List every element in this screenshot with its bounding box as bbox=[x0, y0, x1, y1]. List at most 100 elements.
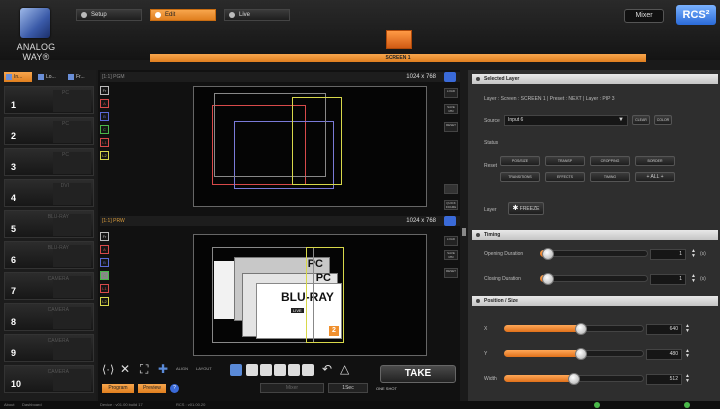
input-slot[interactable]: PC 1 bbox=[4, 86, 94, 114]
layer-down-icon[interactable] bbox=[260, 364, 272, 376]
timing-value-input[interactable]: 1 bbox=[650, 274, 686, 285]
input-slot[interactable]: PC 2 bbox=[4, 117, 94, 145]
position-spinner[interactable]: ▲ ▼ bbox=[684, 374, 691, 385]
preview-layer-frame[interactable] bbox=[212, 247, 314, 343]
layer-paste-icon[interactable] bbox=[302, 364, 314, 376]
one-shot-label[interactable]: ONE SHOT bbox=[376, 386, 397, 391]
input-slot[interactable]: BLU-RAY 6 bbox=[4, 241, 94, 269]
timing-slider-track[interactable] bbox=[540, 250, 648, 257]
collapse-handle[interactable] bbox=[462, 228, 466, 236]
undo-icon[interactable]: ↶ bbox=[322, 362, 332, 376]
preview-load-button[interactable]: LOAD bbox=[444, 236, 458, 246]
layer-button[interactable]: Fr bbox=[100, 232, 109, 241]
reset-button[interactable]: + ALL + bbox=[635, 172, 675, 182]
layer-back-icon[interactable] bbox=[274, 364, 286, 376]
arrows-icon[interactable]: ⟨·⟩ bbox=[102, 363, 114, 376]
layer-button[interactable]: Fr bbox=[100, 86, 109, 95]
position-slider-knob[interactable] bbox=[575, 323, 587, 335]
program-reset-button[interactable]: RESET bbox=[444, 122, 458, 132]
tab-setup[interactable]: Setup bbox=[76, 9, 142, 21]
align-dropdown[interactable]: ALIGN bbox=[176, 366, 188, 371]
input-slot[interactable]: CAMERA 10 bbox=[4, 365, 94, 393]
program-button[interactable]: Program bbox=[102, 384, 134, 393]
layer-button[interactable]: B bbox=[100, 112, 109, 121]
color-button[interactable]: COLOR bbox=[654, 115, 672, 125]
mixer-button[interactable]: Mixer bbox=[624, 9, 664, 23]
reset-button[interactable]: TRANSITIONS bbox=[500, 172, 540, 182]
reset-button[interactable]: CROPPING bbox=[590, 156, 630, 166]
position-size-header[interactable]: Position / Size bbox=[472, 296, 718, 306]
tab-inputs[interactable]: In... bbox=[4, 72, 32, 82]
input-slot[interactable]: PC 3 bbox=[4, 148, 94, 176]
layer-button[interactable]: A bbox=[100, 99, 109, 108]
snapshot-icon[interactable] bbox=[444, 184, 458, 194]
dashboard-link[interactable]: Dashboard bbox=[22, 401, 42, 409]
about-link[interactable]: About bbox=[4, 401, 14, 409]
tab-logos[interactable]: Lo... bbox=[36, 72, 64, 82]
timing-spinner[interactable]: ▲ ▼ bbox=[690, 249, 697, 260]
program-save-button[interactable]: SAVE MM bbox=[444, 104, 458, 114]
reset-button[interactable]: BORDER bbox=[635, 156, 675, 166]
screen-label[interactable]: SCREEN 1 bbox=[150, 54, 646, 62]
transition-duration[interactable]: 1Sec bbox=[328, 383, 368, 393]
input-slot[interactable]: CAMERA 8 bbox=[4, 303, 94, 331]
position-slider-knob[interactable] bbox=[575, 348, 587, 360]
preview-camera-icon[interactable] bbox=[444, 216, 456, 226]
input-slot[interactable]: BLU-RAY 5 bbox=[4, 210, 94, 238]
layout-dropdown[interactable]: LAYOUT bbox=[196, 366, 212, 371]
tab-live[interactable]: Live bbox=[224, 9, 290, 21]
fullscreen-icon[interactable]: ⛶ bbox=[140, 362, 148, 377]
position-value-input[interactable]: 512 bbox=[646, 374, 682, 385]
reset-button[interactable]: TRANSP bbox=[545, 156, 585, 166]
layer-up-icon[interactable] bbox=[246, 364, 258, 376]
preview-canvas[interactable]: PC PC BLU-RAY LIVE 2 bbox=[193, 234, 427, 356]
reset-button[interactable]: TIMING bbox=[590, 172, 630, 182]
reset-button[interactable]: EFFECTS bbox=[545, 172, 585, 182]
preview-reset-button[interactable]: RESET bbox=[444, 268, 458, 278]
quick-frame-button[interactable]: QUICK FRAME bbox=[444, 200, 458, 210]
position-slider-knob[interactable] bbox=[568, 373, 580, 385]
preview-layer-l2[interactable] bbox=[306, 247, 344, 343]
position-spinner[interactable]: ▲ ▼ bbox=[684, 349, 691, 360]
center-icon[interactable]: ✚ bbox=[158, 362, 168, 376]
selected-layer-header[interactable]: Selected Layer bbox=[472, 74, 718, 84]
program-canvas[interactable] bbox=[193, 86, 427, 207]
layer-button[interactable]: L2 bbox=[100, 297, 109, 306]
screen-thumbnail[interactable] bbox=[386, 30, 412, 49]
program-layer-l2[interactable] bbox=[292, 97, 342, 185]
layer-copy-icon[interactable] bbox=[288, 364, 300, 376]
layer-button[interactable]: A bbox=[100, 245, 109, 254]
position-spinner[interactable]: ▲ ▼ bbox=[684, 324, 691, 335]
input-slot[interactable]: CAMERA 7 bbox=[4, 272, 94, 300]
preview-save-button[interactable]: SAVE MM bbox=[444, 250, 458, 260]
timing-spinner[interactable]: ▲ ▼ bbox=[690, 274, 697, 285]
layer-button[interactable]: L1 bbox=[100, 284, 109, 293]
fit-icon[interactable]: ✕ bbox=[120, 362, 130, 376]
clear-button[interactable]: CLEAR bbox=[632, 115, 650, 125]
layer-button[interactable]: L1 bbox=[100, 138, 109, 147]
input-slot[interactable]: DVI 4 bbox=[4, 179, 94, 207]
tab-frames[interactable]: Fr... bbox=[66, 72, 94, 82]
layer-front-icon[interactable] bbox=[230, 364, 242, 376]
take-button[interactable]: TAKE bbox=[380, 365, 456, 383]
position-value-input[interactable]: 480 bbox=[646, 349, 682, 360]
input-slot[interactable]: CAMERA 9 bbox=[4, 334, 94, 362]
timing-value-input[interactable]: 1 bbox=[650, 249, 686, 260]
reset-button[interactable]: POS/SIZE bbox=[500, 156, 540, 166]
program-camera-icon[interactable] bbox=[444, 72, 456, 82]
timing-slider-knob[interactable] bbox=[542, 273, 554, 285]
program-load-button[interactable]: LOAD bbox=[444, 88, 458, 98]
warning-icon[interactable]: △ bbox=[340, 362, 349, 376]
timing-slider-knob[interactable] bbox=[542, 248, 554, 260]
layer-button[interactable]: C bbox=[100, 271, 109, 280]
help-icon[interactable]: ? bbox=[170, 384, 179, 393]
freeze-button[interactable]: ✱ FREEZE bbox=[508, 202, 544, 215]
layer-button[interactable]: C bbox=[100, 125, 109, 134]
position-value-input[interactable]: 640 bbox=[646, 324, 682, 335]
tab-edit[interactable]: Edit bbox=[150, 9, 216, 21]
preview-button[interactable]: Preview bbox=[138, 384, 166, 393]
timing-header[interactable]: Timing bbox=[472, 230, 718, 240]
source-select[interactable]: Input 6 ▼ bbox=[504, 115, 628, 126]
timing-slider-track[interactable] bbox=[540, 275, 648, 282]
layer-button[interactable]: L2 bbox=[100, 151, 109, 160]
